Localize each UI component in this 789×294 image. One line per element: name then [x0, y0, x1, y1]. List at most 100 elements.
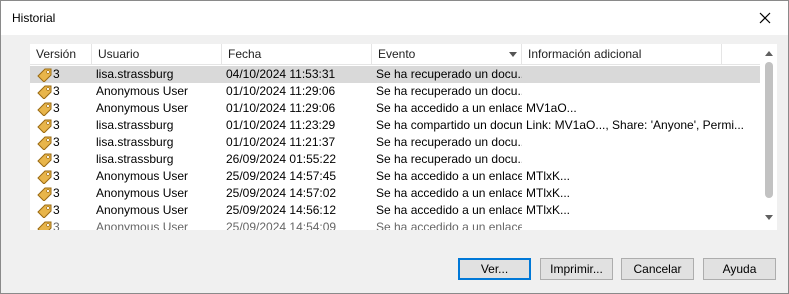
column-header-label: Usuario [98, 47, 140, 61]
version-value: 3 [53, 186, 60, 200]
close-button[interactable] [742, 1, 788, 35]
view-button[interactable]: Ver... [458, 258, 531, 280]
info-cell: MTlxK... [526, 169, 570, 183]
column-header-info[interactable]: Información adicional [522, 44, 722, 64]
column-header-user[interactable]: Usuario [92, 44, 222, 64]
event-cell: Se ha compartido un docum... [376, 118, 522, 132]
date-cell: 25/09/2024 14:54:09 [226, 220, 337, 230]
info-cell: Link: MV1aO..., Share: 'Anyone', Permi..… [526, 118, 745, 132]
title-bar: Historial [1, 1, 788, 35]
date-cell: 25/09/2024 14:56:12 [226, 203, 337, 217]
version-cell: 3 [34, 83, 92, 100]
user-cell: Anonymous User [96, 203, 189, 217]
info-cell: MTlxK... [526, 186, 570, 200]
history-list[interactable]: Versión Usuario Fecha Evento Información… [30, 44, 777, 230]
version-value: 3 [53, 101, 60, 115]
info-cell [526, 219, 758, 230]
tag-icon [36, 101, 54, 117]
user-cell: lisa.strassburg [96, 118, 174, 132]
column-header-label: Información adicional [528, 47, 642, 61]
user-cell: Anonymous User [96, 101, 189, 115]
history-dialog: Historial Versión Usuario Fecha Evento I… [0, 0, 789, 294]
table-row[interactable]: 3 lisa.strassburg 01/10/2024 11:23:29 Se ha… [30, 117, 760, 134]
version-value: 3 [53, 67, 60, 81]
table-row[interactable]: 3 Anonymous User 25/09/2024 14:57:02 Se ha … [30, 185, 760, 202]
version-cell: 3 [34, 66, 92, 83]
tag-icon [36, 118, 54, 134]
event-cell: Se ha recuperado un docu... [376, 67, 522, 81]
table-row[interactable]: 3 Anonymous User 25/09/2024 14:57:45 Se ha … [30, 168, 760, 185]
event-cell: Se ha accedido a un enlace... [376, 101, 522, 115]
user-cell: Anonymous User [96, 186, 189, 200]
table-row[interactable]: 3 Anonymous User 01/10/2024 11:29:06 Se ha … [30, 100, 760, 117]
sort-descending-icon [509, 52, 517, 57]
version-cell: 3 [34, 117, 92, 134]
list-rows: 3 lisa.strassburg 04/10/2024 11:53:31 Se ha… [30, 66, 760, 230]
info-cell: MV1aO... [526, 101, 577, 115]
scroll-up-icon[interactable] [765, 51, 773, 56]
tag-icon [36, 169, 54, 185]
list-header: Versión Usuario Fecha Evento Información… [30, 44, 760, 65]
tag-icon [36, 84, 54, 100]
table-row[interactable]: 3 lisa.strassburg 26/09/2024 01:55:22 Se ha… [30, 151, 760, 168]
scroll-down-icon[interactable] [765, 215, 773, 220]
dialog-title: Historial [12, 11, 56, 25]
event-cell: Se ha recuperado un docu... [376, 152, 522, 166]
tag-icon [36, 152, 54, 168]
version-value: 3 [53, 118, 60, 132]
tag-icon [36, 135, 54, 151]
version-value: 3 [53, 152, 60, 166]
user-cell: Anonymous User [96, 84, 189, 98]
table-row[interactable]: 3 Anonymous User 01/10/2024 11:29:06 Se ha … [30, 83, 760, 100]
event-cell: Se ha accedido a un enlace... [376, 186, 522, 200]
user-cell: lisa.strassburg [96, 152, 174, 166]
user-cell: Anonymous User [96, 220, 189, 230]
table-row[interactable]: 3 lisa.strassburg 04/10/2024 11:53:31 Se ha… [30, 66, 760, 83]
user-cell: Anonymous User [96, 169, 189, 183]
date-cell: 01/10/2024 11:29:06 [226, 84, 336, 98]
column-header-date[interactable]: Fecha [222, 44, 372, 64]
event-cell: Se ha accedido a un enlace... [376, 203, 522, 217]
version-cell: 3 [34, 151, 92, 168]
column-header-label: Fecha [228, 47, 262, 61]
scroll-thumb[interactable] [765, 62, 773, 198]
date-cell: 01/10/2024 11:21:37 [226, 135, 336, 149]
event-cell: Se ha recuperado un docu... [376, 135, 522, 149]
user-cell: lisa.strassburg [96, 67, 174, 81]
table-row[interactable]: 3 lisa.strassburg 01/10/2024 11:21:37 Se ha… [30, 134, 760, 151]
version-value: 3 [53, 203, 60, 217]
version-value: 3 [53, 135, 60, 149]
date-cell: 25/09/2024 14:57:45 [226, 169, 337, 183]
info-cell [526, 83, 758, 100]
version-value: 3 [53, 220, 60, 230]
info-cell [526, 66, 758, 83]
date-cell: 04/10/2024 11:53:31 [226, 67, 336, 81]
tag-icon [36, 186, 54, 202]
tag-icon [36, 67, 54, 83]
close-icon [759, 12, 771, 24]
tag-icon [36, 203, 54, 219]
help-button[interactable]: Ayuda [703, 258, 776, 280]
column-header-event[interactable]: Evento [372, 44, 522, 64]
table-row[interactable]: 3 Anonymous User 25/09/2024 14:54:09 Se ha … [30, 219, 760, 230]
event-cell: Se ha accedido a un enlace... [376, 169, 522, 183]
version-cell: 3 [34, 185, 92, 202]
column-header-version[interactable]: Versión [30, 44, 92, 64]
version-cell: 3 [34, 134, 92, 151]
column-header-label: Evento [378, 47, 416, 61]
column-header-label: Versión [36, 47, 77, 61]
version-value: 3 [53, 84, 60, 98]
version-cell: 3 [34, 202, 92, 219]
table-row[interactable]: 3 Anonymous User 25/09/2024 14:56:12 Se ha … [30, 202, 760, 219]
version-cell: 3 [34, 168, 92, 185]
date-cell: 25/09/2024 14:57:02 [226, 186, 337, 200]
print-button[interactable]: Imprimir... [540, 258, 613, 280]
info-cell [526, 151, 758, 168]
vertical-scrollbar[interactable] [761, 44, 777, 230]
info-cell: MTlxK... [526, 203, 570, 217]
cancel-button[interactable]: Cancelar [621, 258, 694, 280]
date-cell: 01/10/2024 11:29:06 [226, 101, 336, 115]
info-cell [526, 134, 758, 151]
date-cell: 01/10/2024 11:23:29 [226, 118, 336, 132]
date-cell: 26/09/2024 01:55:22 [226, 152, 337, 166]
